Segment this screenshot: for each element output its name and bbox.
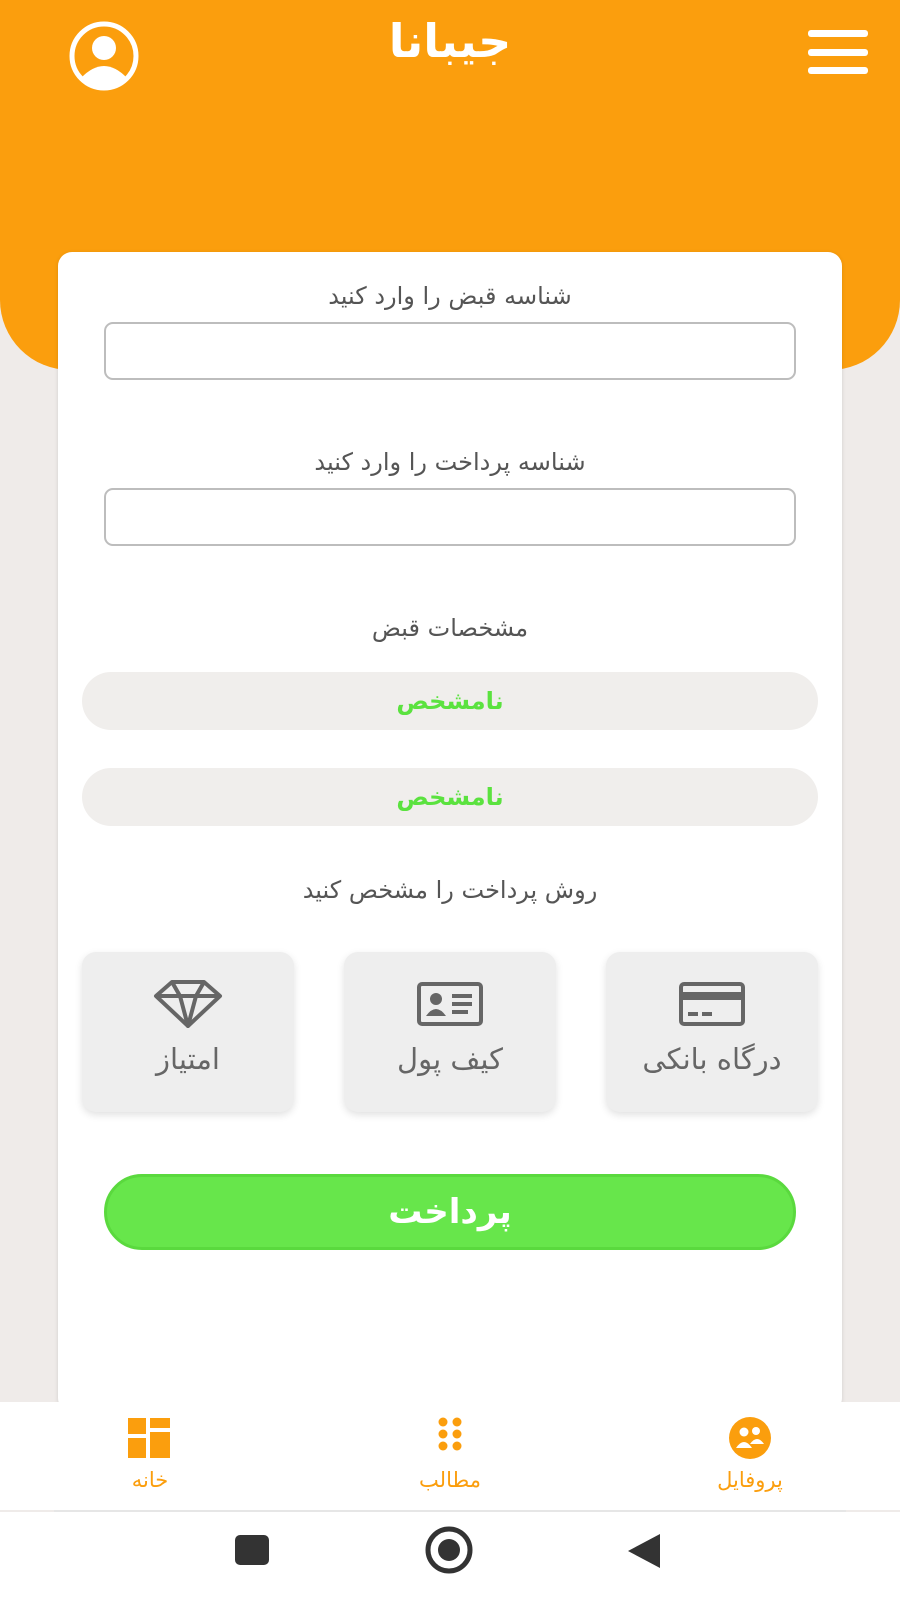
dots-grid-icon [438, 1417, 462, 1451]
method-wallet[interactable]: کیف پول [344, 952, 556, 1112]
method-bank-gateway[interactable]: درگاه بانکی [606, 952, 818, 1112]
method-wallet-label: کیف پول [397, 1042, 503, 1076]
nav-label-profile: پروفایل [717, 1468, 783, 1492]
nav-item-profile[interactable]: پروفایل [670, 1416, 830, 1492]
payment-id-input[interactable] [104, 488, 796, 546]
dashboard-icon [128, 1418, 170, 1458]
bill-detail-field: نامشخص [82, 768, 818, 826]
user-avatar-icon[interactable] [68, 20, 140, 92]
method-bank-gateway-label: درگاه بانکی [642, 1042, 782, 1076]
bill-id-input[interactable] [104, 322, 796, 380]
profile-icon [729, 1417, 771, 1459]
nav-item-articles[interactable]: مطالب [370, 1416, 530, 1492]
payment-method-label: روش پرداخت را مشخص کنید [302, 876, 598, 904]
method-points-label: امتیاز [156, 1042, 220, 1076]
id-card-icon [417, 982, 483, 1026]
bill-payment-card: شناسه قبض را وارد کنید شناسه پرداخت را و… [58, 252, 842, 1412]
pay-button[interactable]: پرداخت [104, 1174, 796, 1250]
home-circle-icon[interactable] [424, 1526, 474, 1574]
bottom-nav: خانه مطالب پروفایل [0, 1402, 900, 1510]
nav-item-home[interactable]: خانه [70, 1416, 230, 1492]
bill-details-label: مشخصات قبض [371, 614, 529, 642]
bill-id-label: شناسه قبض را وارد کنید [328, 282, 572, 310]
payment-id-label: شناسه پرداخت را وارد کنید [314, 448, 586, 476]
diamond-icon [154, 980, 222, 1028]
credit-card-icon [679, 982, 745, 1026]
recent-apps-icon[interactable] [234, 1534, 270, 1566]
method-points[interactable]: امتیاز [82, 952, 294, 1112]
system-nav-bar [0, 1512, 900, 1600]
back-icon[interactable] [626, 1532, 664, 1570]
nav-label-home: خانه [131, 1468, 169, 1492]
bill-detail-field: نامشخص [82, 672, 818, 730]
nav-label-articles: مطالب [419, 1468, 481, 1492]
